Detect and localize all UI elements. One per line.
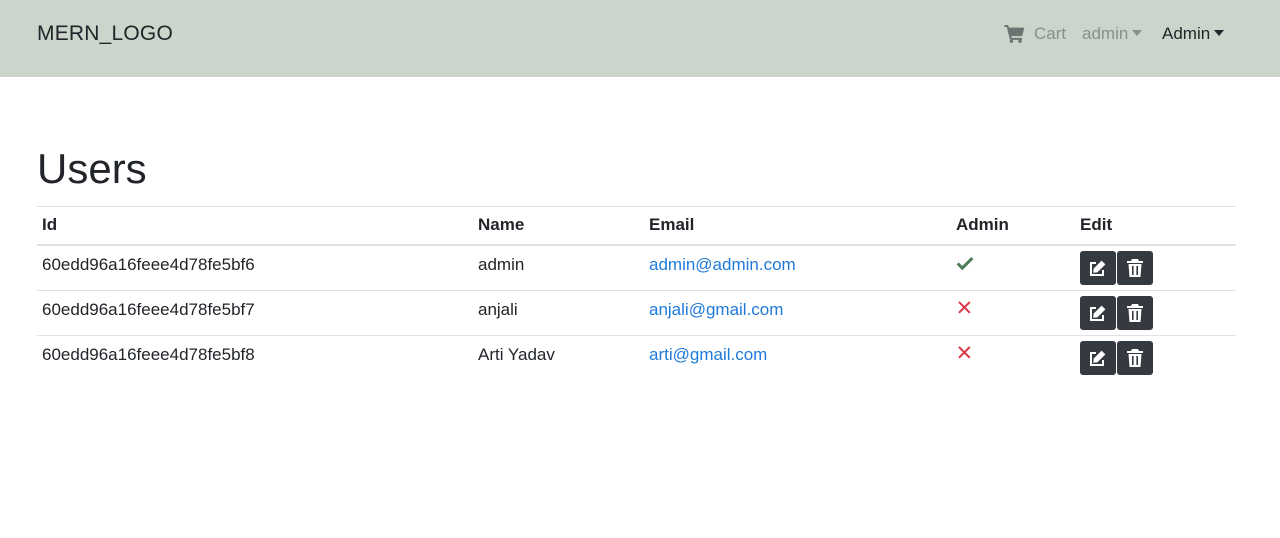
- header-id: Id: [37, 206, 473, 246]
- users-table: Id Name Email Admin Edit 60edd96a16feee4…: [37, 206, 1236, 380]
- cell-name: Arti Yadav: [478, 344, 555, 364]
- edit-user-button[interactable]: [1080, 295, 1116, 330]
- cell-admin: [951, 290, 1075, 336]
- cart-link[interactable]: Cart: [1004, 24, 1066, 44]
- times-icon: [958, 345, 971, 359]
- header-admin: Admin: [951, 206, 1075, 246]
- delete-user-button[interactable]: [1117, 295, 1153, 330]
- trash-icon: [1127, 303, 1143, 322]
- cell-email: admin@admin.com: [644, 244, 951, 291]
- cell-name: anjali: [473, 290, 644, 336]
- table-header-row: Id Name Email Admin Edit: [37, 206, 1236, 246]
- check-icon: [956, 256, 974, 270]
- admin-dropdown-label: Admin: [1162, 24, 1211, 43]
- cell-admin: [951, 244, 1075, 291]
- edit-icon: [1090, 260, 1106, 276]
- edit-user-button[interactable]: [1080, 340, 1116, 375]
- edit-icon: [1090, 350, 1106, 366]
- header-name: Name: [473, 206, 644, 246]
- cell-id: 60edd96a16feee4d78fe5bf7: [37, 290, 473, 336]
- cell-edit: [1075, 290, 1236, 336]
- chevron-down-icon: [1214, 30, 1225, 36]
- email-link[interactable]: arti@gmail.com: [649, 345, 767, 364]
- edit-user-button[interactable]: [1080, 250, 1116, 285]
- top-navbar: MERN_LOGO Cart admin Admin: [0, 0, 1280, 77]
- times-icon: [958, 300, 971, 314]
- email-link[interactable]: admin@admin.com: [649, 255, 796, 274]
- cell-admin: [951, 335, 1075, 380]
- navbar-right: Cart admin Admin: [0, 24, 1280, 48]
- cell-name: admin: [473, 244, 644, 291]
- chevron-down-icon: [1132, 30, 1143, 36]
- user-dropdown-toggle[interactable]: admin: [1082, 24, 1143, 44]
- edit-icon: [1090, 305, 1106, 321]
- cell-edit: [1075, 244, 1236, 291]
- header-email: Email: [644, 206, 951, 246]
- cell-email: anjali@gmail.com: [644, 290, 951, 336]
- page-title: Users: [37, 145, 147, 192]
- table-row: 60edd96a16feee4d78fe5bf8 Arti Yadav arti…: [37, 335, 1236, 380]
- user-dropdown-label: admin: [1082, 24, 1129, 43]
- cart-label: Cart: [1034, 24, 1067, 43]
- shopping-cart-icon: [1004, 25, 1025, 43]
- delete-user-button[interactable]: [1117, 340, 1153, 375]
- trash-icon: [1127, 348, 1143, 367]
- email-link[interactable]: anjali@gmail.com: [649, 300, 783, 319]
- cell-id: 60edd96a16feee4d78fe5bf6: [37, 244, 473, 291]
- delete-user-button[interactable]: [1117, 250, 1153, 285]
- table-row: 60edd96a16feee4d78fe5bf6 admin admin@adm…: [37, 244, 1236, 291]
- trash-icon: [1127, 258, 1143, 277]
- cell-id: 60edd96a16feee4d78fe5bf8: [42, 344, 255, 364]
- header-edit: Edit: [1075, 206, 1236, 246]
- cell-email: arti@gmail.com: [644, 335, 951, 380]
- cell-edit: [1075, 335, 1236, 380]
- table-row: 60edd96a16feee4d78fe5bf7 anjali anjali@g…: [37, 290, 1236, 336]
- admin-dropdown-toggle[interactable]: Admin: [1162, 24, 1225, 44]
